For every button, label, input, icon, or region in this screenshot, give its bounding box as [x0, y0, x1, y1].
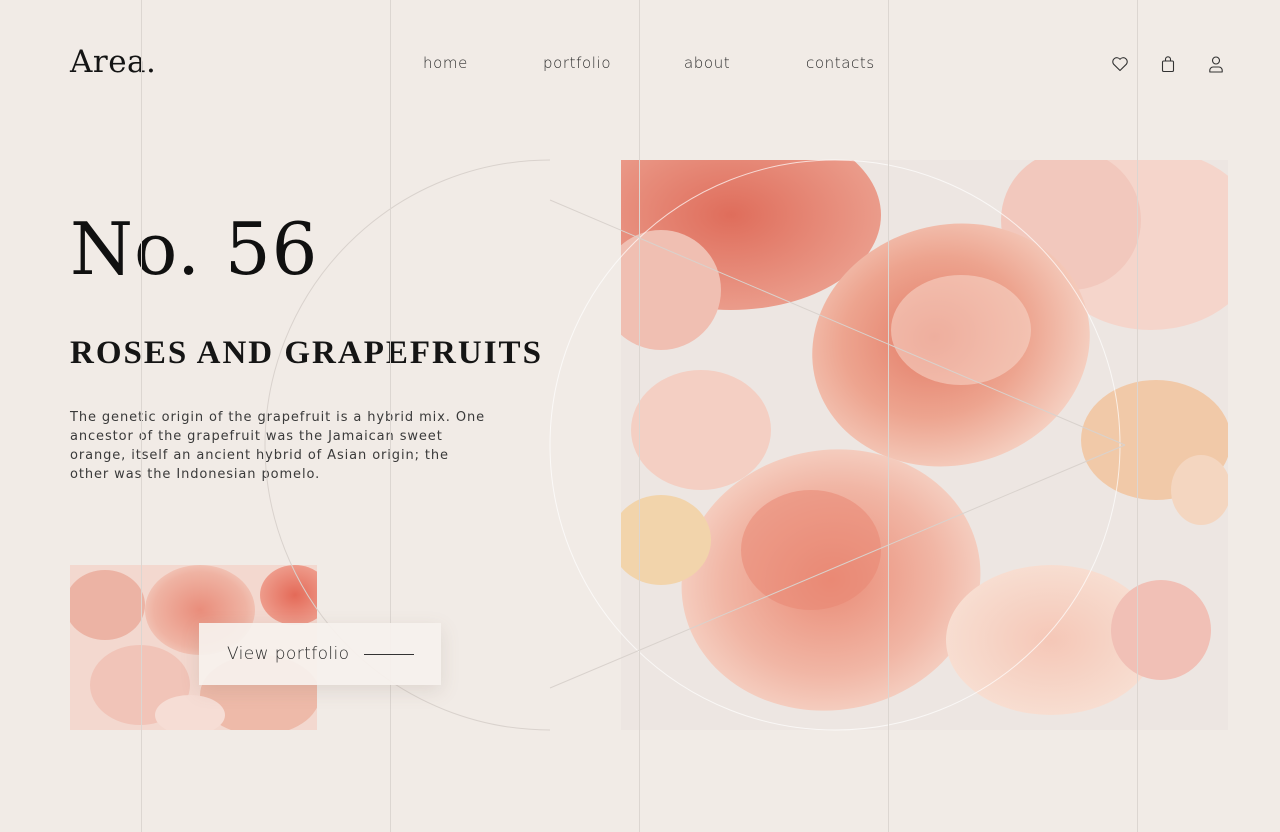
product-description: The genetic origin of the grapefruit is …: [70, 410, 486, 482]
brand-logo[interactable]: Area.: [70, 44, 156, 80]
heart-icon[interactable]: [1110, 54, 1130, 74]
arrow-line-icon: [364, 654, 414, 655]
nav-about[interactable]: about: [684, 54, 730, 72]
product-number: No. 56: [70, 207, 319, 291]
shopping-bag-icon[interactable]: [1158, 54, 1178, 74]
nav-contacts[interactable]: contacts: [806, 54, 875, 72]
view-portfolio-button[interactable]: View portfolio: [199, 623, 441, 685]
nav-home[interactable]: home: [423, 54, 468, 72]
hero-image: [621, 160, 1228, 730]
view-portfolio-label: View portfolio: [227, 644, 350, 664]
nav-portfolio[interactable]: portfolio: [543, 54, 611, 72]
product-title: ROSES AND GRAPEFRUITS: [70, 335, 543, 371]
user-icon[interactable]: [1206, 54, 1226, 74]
